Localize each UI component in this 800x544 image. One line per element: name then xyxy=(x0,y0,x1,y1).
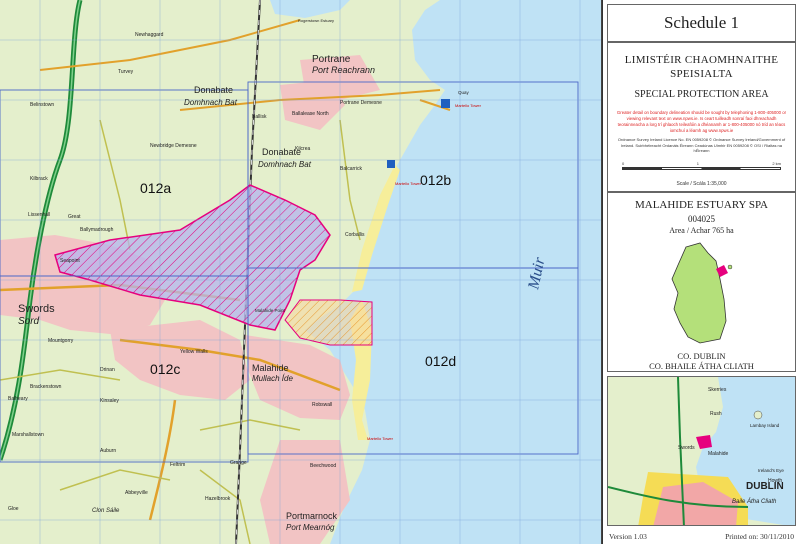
label-sord: Sord xyxy=(18,316,40,327)
label-port-mearnog: Port Mearnóg xyxy=(286,523,335,532)
label-belinstown: Belinstown xyxy=(30,102,54,108)
label-rogerstown: Rogerstown Estuary xyxy=(298,18,334,23)
heading-english: SPECIAL PROTECTION AREA xyxy=(634,89,769,100)
legend-panel: Schedule 1 LIMISTÉIR CHAOMHNAITHE SPEISI… xyxy=(602,0,800,544)
schedule-title: Schedule 1 xyxy=(607,4,796,42)
label-ballymadrough: Ballymadrough xyxy=(80,227,114,233)
label-corballis: Corballis xyxy=(345,232,365,238)
label-donabate: Donabate xyxy=(194,85,233,95)
label-martello-3: Martello Tower xyxy=(367,436,394,441)
label-domhnach-bat-2: Domhnach Bat xyxy=(258,160,312,169)
label-martello-1: Martello Tower xyxy=(395,181,422,186)
label-marshallstown: Marshallstown xyxy=(12,432,44,438)
county-english: CO. DUBLIN xyxy=(677,351,726,361)
inset-label-baile: Baile Átha Cliath xyxy=(732,498,777,505)
inset-label-ireland-eye: Ireland's Eye xyxy=(758,468,784,473)
label-robswall: Robswall xyxy=(312,402,332,408)
grid-label-012b: 012b xyxy=(420,172,451,188)
map-sheet: Rogerstown Estuary Portrane Port Reachra… xyxy=(0,0,800,544)
inset-label-howth: Howth xyxy=(768,478,782,484)
inset-label-swords: Swords xyxy=(678,445,695,451)
county-dublin-shape xyxy=(671,242,727,344)
label-balcarrick: Balcarrick xyxy=(340,166,362,172)
boundary-warning: Greater detail on boundary delineation s… xyxy=(616,110,787,133)
map-canvas[interactable]: Rogerstown Estuary Portrane Port Reachra… xyxy=(0,0,602,544)
label-swords: Swords xyxy=(18,303,55,315)
version-text: Version 1.03 xyxy=(609,532,647,541)
label-malahide-point: Malahide Point xyxy=(255,308,286,313)
label-ballisk: Ballisk xyxy=(252,114,267,120)
grid-label-012d: 012d xyxy=(425,353,456,369)
site-name: MALAHIDE ESTUARY SPA xyxy=(634,199,769,211)
inset-map[interactable]: DUBLIN Baile Átha Cliath Swords Malahide… xyxy=(607,376,796,526)
label-drinan: Drinan xyxy=(100,367,115,373)
label-beechwood: Beechwood xyxy=(310,463,336,469)
label-gloe: Gloe xyxy=(8,506,19,512)
county-irish: CO. BHAILE ÁTHA CLIATH xyxy=(649,361,754,371)
label-mullach-ide: Mullach Íde xyxy=(252,374,293,383)
licence-text: Ordnance Survey Ireland Licence No. EN 0… xyxy=(617,137,786,153)
label-kilcrea: Kilcrea xyxy=(295,146,311,152)
site-area: Area / Achar 765 ha xyxy=(669,226,734,235)
label-portrane: Portrane xyxy=(312,54,351,65)
label-grange: Grange xyxy=(230,460,247,466)
label-domhnach-bat: Domhnach Bat xyxy=(184,98,238,107)
label-seapoint: Seapoint xyxy=(60,258,80,264)
label-brackenstown: Brackenstown xyxy=(30,384,62,390)
label-newbridge: Newbridge Demesne xyxy=(150,143,197,149)
scale-label-0: 0 xyxy=(622,161,625,166)
county-outline-map xyxy=(671,242,733,344)
label-auburn: Auburn xyxy=(100,448,116,454)
grid-label-012a: 012a xyxy=(140,180,171,196)
parking-icon xyxy=(387,160,395,168)
inset-map-canvas: DUBLIN Baile Átha Cliath Swords Malahide… xyxy=(608,377,795,525)
label-kinsaley: Kinsaley xyxy=(100,398,119,404)
inset-label-lambay: Lambay Island xyxy=(750,423,780,428)
inset-label-skerries: Skerries xyxy=(708,387,727,393)
label-port-reachrann: Port Reachrann xyxy=(312,65,375,75)
label-cloghran: Clon Sáile xyxy=(92,508,120,514)
label-turvey: Turvey xyxy=(118,69,134,75)
grid-label-012c: 012c xyxy=(150,361,180,377)
scale-bar: 0 1 2 km Scale / Scála 1:35,000 xyxy=(622,161,781,187)
label-malahide: Malahide xyxy=(252,363,289,373)
inset-lambay-icon xyxy=(753,410,763,420)
scale-label-1: 1 xyxy=(696,161,699,166)
label-quay: Quay xyxy=(458,90,470,95)
inset-label-malahide: Malahide xyxy=(708,451,729,457)
label-balheary: Balheary xyxy=(8,396,28,402)
scale-label-2: 2 km xyxy=(772,161,781,166)
heading-box: LIMISTÉIR CHAOMHNAITHE SPEISIALTA SPECIA… xyxy=(607,42,796,192)
label-ballalease: Ballalease North xyxy=(292,111,329,117)
label-mountgorry: Mountgorry xyxy=(48,338,74,344)
label-portrane-demesne: Portrane Demesne xyxy=(340,100,382,106)
label-lissenhall: Lissenhall xyxy=(28,212,50,218)
label-hazelbrook: Hazelbrook xyxy=(205,496,231,502)
label-kilbrack: Kilbrack xyxy=(30,176,48,182)
label-feltrim: Feltrim xyxy=(170,462,185,468)
site-code: 004025 xyxy=(688,214,715,224)
label-great: Great xyxy=(68,214,81,220)
label-portmarnock: Portmarnock xyxy=(286,511,338,521)
label-yellow-walls: Yellow Walls xyxy=(180,349,208,355)
scale-caption: Scale / Scála 1:35,000 xyxy=(676,181,727,187)
label-newhaggard: Newhaggard xyxy=(135,32,164,38)
island-icon xyxy=(727,264,733,270)
main-map[interactable]: Rogerstown Estuary Portrane Port Reachra… xyxy=(0,0,602,544)
site-info-box: MALAHIDE ESTUARY SPA 004025 Area / Achar… xyxy=(607,192,796,372)
parking-icon xyxy=(441,99,450,108)
printed-date: Printed on: 30/11/2010 xyxy=(725,532,794,541)
label-martello-2: Martello Tower xyxy=(455,103,482,108)
inset-label-rush: Rush xyxy=(710,411,722,417)
heading-irish: LIMISTÉIR CHAOMHNAITHE SPEISIALTA xyxy=(624,54,779,80)
label-abbeyville: Abbeyville xyxy=(125,490,148,496)
